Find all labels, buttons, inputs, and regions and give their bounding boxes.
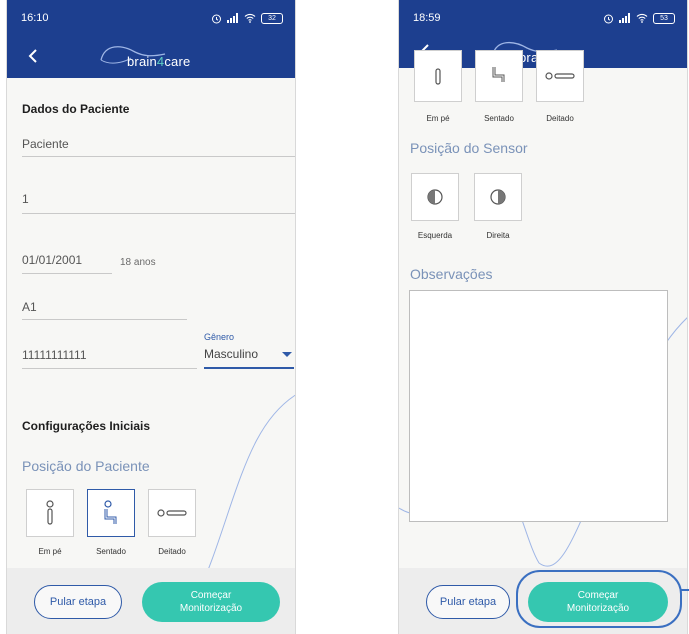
observations-textarea[interactable] bbox=[409, 290, 668, 522]
sensor-left-label: Esquerda bbox=[417, 231, 453, 240]
start-monitoring-line2: Monitorização bbox=[179, 603, 243, 614]
form-content: Em pé Sentado Deitado Posição do Sensor … bbox=[399, 50, 687, 568]
wifi-icon bbox=[244, 13, 256, 23]
status-time: 16:10 bbox=[21, 12, 49, 24]
alarm-icon bbox=[212, 14, 221, 23]
standing-icon bbox=[435, 68, 441, 85]
wifi-icon bbox=[636, 13, 648, 23]
standing-icon bbox=[46, 500, 54, 525]
start-monitoring-line1: Começar bbox=[190, 590, 232, 601]
age-text: 18 anos bbox=[120, 257, 156, 268]
position-sitting-tile[interactable] bbox=[87, 489, 135, 537]
right-phone-screen: 18:59 53 brain4care Em pé Sentado bbox=[398, 0, 688, 634]
logo-text: brain4care bbox=[127, 54, 191, 69]
signal-icon bbox=[227, 13, 238, 23]
sensor-position-title: Posição do Sensor bbox=[410, 140, 528, 156]
observations-title: Observações bbox=[410, 266, 493, 282]
sitting-icon bbox=[492, 67, 505, 82]
dropdown-caret-icon[interactable] bbox=[282, 352, 292, 357]
id-field-underline bbox=[22, 213, 295, 214]
position-lying-label: Deitado bbox=[546, 114, 574, 123]
highlight-connector bbox=[681, 589, 689, 591]
form-content: Dados do Paciente Paciente 1 01/01/2001 … bbox=[7, 78, 295, 632]
position-sitting-label: Sentado bbox=[484, 114, 514, 123]
position-lying-tile[interactable] bbox=[536, 50, 584, 102]
sensor-left-tile[interactable] bbox=[411, 173, 459, 221]
room-field-underline bbox=[22, 319, 187, 320]
skip-step-button[interactable]: Pular etapa bbox=[426, 585, 510, 619]
gender-label: Gênero bbox=[204, 332, 235, 342]
patient-position-title: Posição do Paciente bbox=[22, 458, 150, 474]
patient-section-title: Dados do Paciente bbox=[22, 102, 130, 116]
status-time: 18:59 bbox=[413, 12, 441, 24]
name-field[interactable]: Paciente bbox=[22, 137, 69, 151]
app-bar: brain4care bbox=[7, 36, 295, 78]
decorative-wave bbox=[7, 394, 295, 632]
battery-icon: 32 bbox=[261, 12, 283, 24]
phone-field[interactable]: 11111111111 bbox=[22, 348, 87, 362]
sensor-right-icon bbox=[490, 189, 506, 205]
position-standing-tile[interactable] bbox=[414, 50, 462, 102]
status-icons: 53 bbox=[603, 12, 675, 24]
skip-step-button[interactable]: Pular etapa bbox=[34, 585, 122, 619]
signal-icon bbox=[619, 13, 630, 23]
position-lying-label: Deitado bbox=[158, 547, 186, 556]
name-field-underline bbox=[22, 156, 295, 157]
alarm-icon bbox=[604, 14, 613, 23]
battery-icon: 53 bbox=[653, 12, 675, 24]
status-bar: 18:59 53 bbox=[399, 0, 687, 36]
sitting-icon bbox=[104, 500, 117, 524]
status-bar: 16:10 32 bbox=[7, 0, 295, 36]
gender-select[interactable]: Masculino bbox=[204, 347, 258, 361]
birthdate-field-underline bbox=[22, 273, 112, 274]
position-sitting-tile[interactable] bbox=[475, 50, 523, 102]
id-field[interactable]: 1 bbox=[22, 192, 29, 206]
chevron-left-icon bbox=[28, 49, 37, 63]
status-icons: 32 bbox=[211, 12, 283, 24]
config-section-title: Configurações Iniciais bbox=[22, 419, 151, 433]
gender-select-underline bbox=[204, 367, 294, 369]
position-sitting-label: Sentado bbox=[96, 547, 126, 556]
left-phone-screen: 16:10 32 brain4care Dados do Paciente Pa… bbox=[6, 0, 296, 634]
bottom-action-bar: Pular etapa Começar Monitorização bbox=[7, 568, 295, 634]
sensor-left-icon bbox=[427, 189, 443, 205]
phone-field-underline bbox=[22, 368, 197, 369]
highlight-annotation bbox=[516, 570, 682, 628]
position-standing-tile[interactable] bbox=[26, 489, 74, 537]
room-field[interactable]: A1 bbox=[22, 300, 37, 314]
sensor-right-tile[interactable] bbox=[474, 173, 522, 221]
position-standing-label: Em pé bbox=[38, 547, 62, 556]
position-lying-tile[interactable] bbox=[148, 489, 196, 537]
start-monitoring-button[interactable]: Começar Monitorização bbox=[142, 582, 280, 622]
lying-icon bbox=[545, 72, 575, 80]
position-standing-label: Em pé bbox=[426, 114, 450, 123]
birthdate-field[interactable]: 01/01/2001 bbox=[22, 253, 82, 267]
back-button[interactable] bbox=[19, 42, 47, 70]
brand-logo: brain4care bbox=[91, 40, 211, 72]
sensor-right-label: Direita bbox=[486, 231, 510, 240]
lying-icon bbox=[157, 509, 187, 517]
